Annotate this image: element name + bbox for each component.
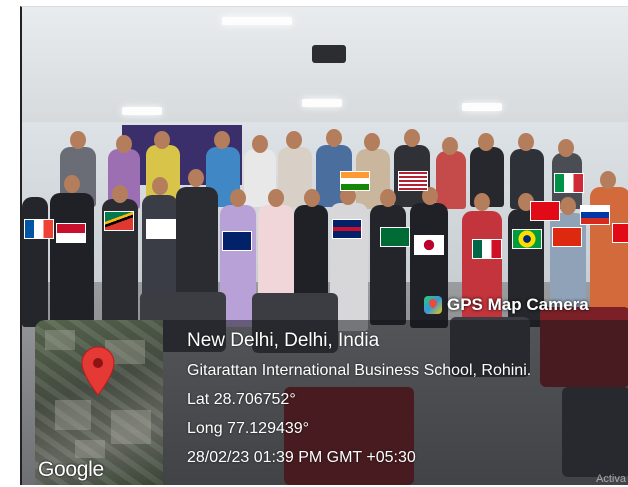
ceiling [22, 7, 628, 122]
gps-map-camera-label: GPS Map Camera [424, 293, 589, 317]
activation-watermark: Activa [596, 473, 626, 485]
satellite-map-thumbnail: Google [35, 320, 163, 485]
address-line: Gitarattan International Business School… [187, 362, 532, 379]
longitude-text: Long 77.129439° [187, 420, 310, 437]
location-details: New Delhi, Delhi, India Gitarattan Inter… [187, 326, 531, 472]
gps-app-name: GPS Map Camera [447, 295, 589, 314]
gps-map-camera-logo-icon [424, 296, 442, 314]
map-pin-icon [81, 346, 115, 396]
latitude-text: Lat 28.706752° [187, 391, 296, 408]
gps-info-overlay: Google New Delhi, Delhi, India Gitaratta… [35, 320, 628, 485]
place-name: New Delhi, Delhi, India [187, 330, 380, 351]
datetime-text: 28/02/23 01:39 PM GMT +05:30 [187, 449, 416, 466]
photo-frame: GPS Map Camera Google New Delhi, Delhi, … [20, 6, 628, 485]
google-logo-text: Google [38, 458, 104, 481]
